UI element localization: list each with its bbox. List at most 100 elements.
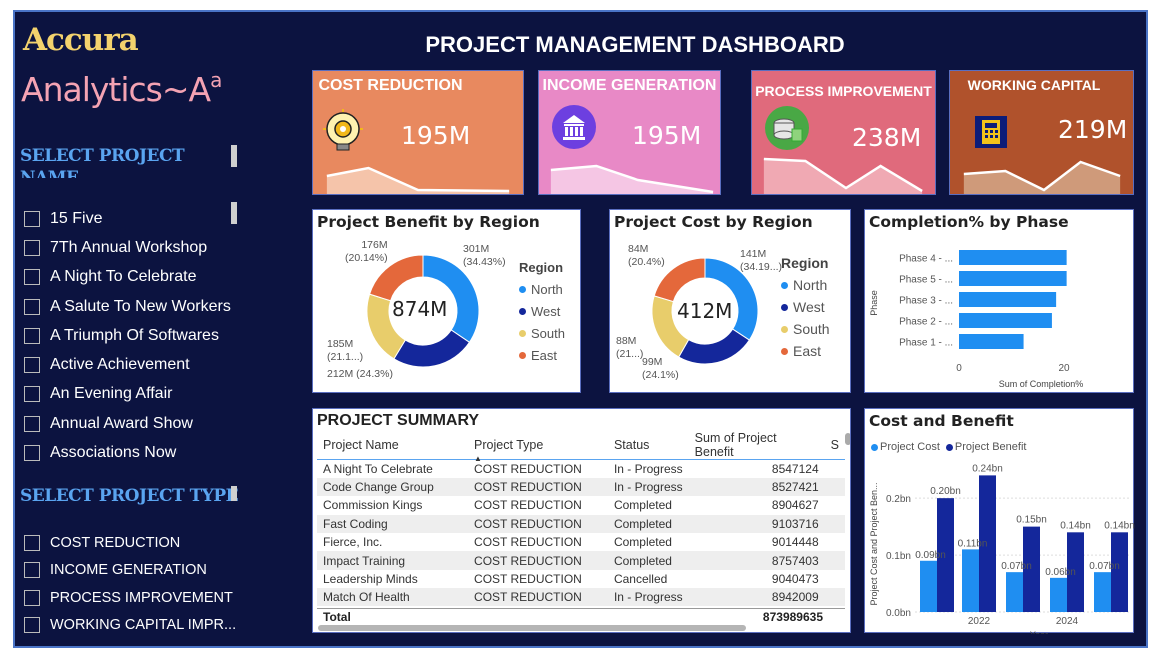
cost-bar-2021[interactable] xyxy=(920,560,937,612)
east-data-label: 84M (20.4%) xyxy=(628,243,665,268)
table-cell: COST REDUCTION xyxy=(474,498,582,513)
donut-slice-west[interactable] xyxy=(393,329,471,368)
project-type-item-label: COST REDUCTION xyxy=(50,534,181,551)
project-name-item[interactable]: An Evening Affair xyxy=(24,380,231,409)
project-type-slicer-scroll-marker[interactable] xyxy=(231,486,237,501)
benefit-data-label: 0.14bn xyxy=(1060,520,1091,531)
table-cell: 8757403 xyxy=(688,551,825,570)
kpi-label: WORKING CAPITAL xyxy=(967,77,1101,93)
bar-phase-2[interactable] xyxy=(959,313,1052,328)
project-name-slicer-list: 15 Five 7Th Annual Workshop A Night To Cel… xyxy=(24,204,231,468)
bar-phase-4[interactable] xyxy=(959,250,1067,265)
bar-phase-5[interactable] xyxy=(959,271,1067,286)
checkbox[interactable] xyxy=(24,239,40,256)
benefit-data-label: 0.14bn xyxy=(1104,520,1135,531)
cost-data-label: 0.09bn xyxy=(915,550,946,561)
kpi-card-process-improvement[interactable]: PROCESS IMPROVEMENT 238M xyxy=(751,70,936,195)
kpi-label: PROCESS IMPROVEMENT xyxy=(755,83,932,99)
donut-slice-west[interactable] xyxy=(678,328,751,365)
column-header-truncated[interactable]: S xyxy=(825,431,845,460)
cost-bar-2025[interactable] xyxy=(1094,572,1111,612)
table-row[interactable]: Commission Kings COST REDUCTION Completed 8… xyxy=(317,496,845,514)
benefit-data-label: 0.20bn xyxy=(930,486,961,497)
kpi-sparkline xyxy=(763,157,923,194)
summary-vertical-scrollbar[interactable] xyxy=(845,433,850,445)
bar-phase-3[interactable] xyxy=(959,292,1057,307)
table-row[interactable]: Fierce, Inc. COST REDUCTION Completed 90144… xyxy=(317,533,845,551)
brand-logo-line2: Analytics~Aa xyxy=(21,68,222,109)
project-type-item[interactable]: INCOME GENERATION xyxy=(24,557,236,585)
project-name-item[interactable]: Active Achievement xyxy=(24,350,231,379)
benefit-data-label: 0.15bn xyxy=(1016,515,1047,526)
project-name-item-label: A Triumph Of Softwares xyxy=(50,326,219,344)
table-cell: 9103716 xyxy=(688,514,825,534)
kpi-card-working-capital[interactable]: WORKING CAPITAL 219M xyxy=(949,70,1134,195)
column-header-status[interactable]: Status xyxy=(608,431,689,460)
project-type-item[interactable]: PROCESS IMPROVEMENT xyxy=(24,584,236,612)
benefit-by-region-card[interactable]: Project Benefit by Region 874M 301M (34.4… xyxy=(312,209,581,393)
checkbox[interactable] xyxy=(24,386,40,403)
completion-by-phase-card[interactable]: Completion% by Phase Phase 4 - ... Phase … xyxy=(864,209,1134,393)
table-cell: Code Change Group xyxy=(317,477,469,497)
project-name-item-label: 15 Five xyxy=(50,209,103,227)
checkbox[interactable] xyxy=(24,357,40,374)
checkbox[interactable] xyxy=(24,445,40,462)
project-name-item[interactable]: 7Th Annual Workshop xyxy=(24,233,231,262)
x-tick-label: 2022 xyxy=(968,616,991,627)
north-data-label: 141M (34.19...) xyxy=(740,248,783,273)
y-tick-label: 0.0bn xyxy=(886,608,911,619)
project-summary-card[interactable]: PROJECT SUMMARY Project Name Project Typ… xyxy=(312,408,851,633)
checkbox[interactable] xyxy=(24,298,40,315)
column-header-sum-project-benefit[interactable]: Sum of Project Benefit xyxy=(689,431,825,460)
dashboard-canvas: Accura Analytics~Aa SELECT PROJECT NAME … xyxy=(13,10,1148,648)
kpi-card-income-generation[interactable]: INCOME GENERATION 195M xyxy=(538,70,721,195)
project-name-item[interactable]: Associations Now xyxy=(24,438,231,467)
summary-horizontal-scrollbar[interactable] xyxy=(318,625,746,631)
project-type-item[interactable]: COST REDUCTION xyxy=(24,529,236,557)
table-row[interactable]: Impact Training COST REDUCTION Completed 87… xyxy=(317,551,845,570)
project-name-item[interactable]: 15 Five xyxy=(24,204,231,233)
table-row[interactable]: Fast Coding COST REDUCTION Completed 910371… xyxy=(317,514,845,534)
table-row[interactable]: A Night To Celebrate COST REDUCTION In - P… xyxy=(317,460,845,478)
x-axis-title: Sum of Completion% xyxy=(999,379,1084,389)
column-header-project-type[interactable]: Project Type ▲ xyxy=(468,431,608,463)
project-name-item[interactable]: A Salute To New Workers xyxy=(24,292,231,321)
y-tick-label: 0.2bn xyxy=(886,494,911,505)
checkbox[interactable] xyxy=(24,327,40,344)
table-cell: In - Progress xyxy=(607,477,689,497)
table-cell: COST REDUCTION xyxy=(468,514,608,534)
table-row[interactable]: Match Of Health COST REDUCTION In - Progre… xyxy=(317,588,845,606)
cost-bar-2024[interactable] xyxy=(1050,577,1067,612)
table-row[interactable]: Leadership Minds COST REDUCTION Cancelled 9… xyxy=(317,570,845,588)
summary-table-viewport[interactable]: Project Name Project Type ▲ Status Sum of… xyxy=(317,431,845,606)
kpi-card-cost-reduction[interactable]: COST REDUCTION 195M xyxy=(312,70,524,195)
project-name-item[interactable]: A Night To Celebrate xyxy=(24,263,231,292)
checkbox[interactable] xyxy=(24,617,40,634)
table-cell: In - Progress xyxy=(607,588,689,606)
cost-bar-2022[interactable] xyxy=(962,549,979,612)
cost-and-benefit-card[interactable]: Cost and Benefit Project Cost Project Be… xyxy=(864,408,1135,634)
checkbox[interactable] xyxy=(24,562,40,579)
table-cell: COST REDUCTION xyxy=(468,588,608,606)
checkbox[interactable] xyxy=(24,415,40,432)
table-row[interactable]: Code Change Group COST REDUCTION In - Prog… xyxy=(317,477,845,497)
bar-phase-1[interactable] xyxy=(959,334,1024,349)
cost-bar-2023[interactable] xyxy=(1006,572,1023,612)
checkbox[interactable] xyxy=(24,269,40,286)
project-name-slicer-scroll-marker[interactable] xyxy=(231,145,237,167)
column-header-project-name[interactable]: Project Name xyxy=(317,431,468,460)
checkbox[interactable] xyxy=(24,589,40,606)
checkbox[interactable] xyxy=(24,534,40,551)
checkbox[interactable] xyxy=(24,210,40,227)
project-name-item[interactable]: Annual Award Show xyxy=(24,409,231,438)
table-cell: 9014448 xyxy=(771,535,819,550)
project-type-item[interactable]: WORKING CAPITAL IMPR... xyxy=(24,612,236,640)
x-tick-label: 20 xyxy=(1058,363,1070,374)
project-name-slicer-scrollbar[interactable] xyxy=(231,202,237,224)
project-name-item[interactable]: A Triumph Of Softwares xyxy=(24,321,231,350)
benefit-legend: Region North West South East xyxy=(519,259,565,363)
cost-by-region-card[interactable]: Project Cost by Region 412M 141M (34.19..… xyxy=(609,209,851,393)
table-cell xyxy=(825,496,845,514)
table-cell: A Night To Celebrate xyxy=(323,461,433,476)
kpi-label: COST REDUCTION xyxy=(318,77,463,94)
